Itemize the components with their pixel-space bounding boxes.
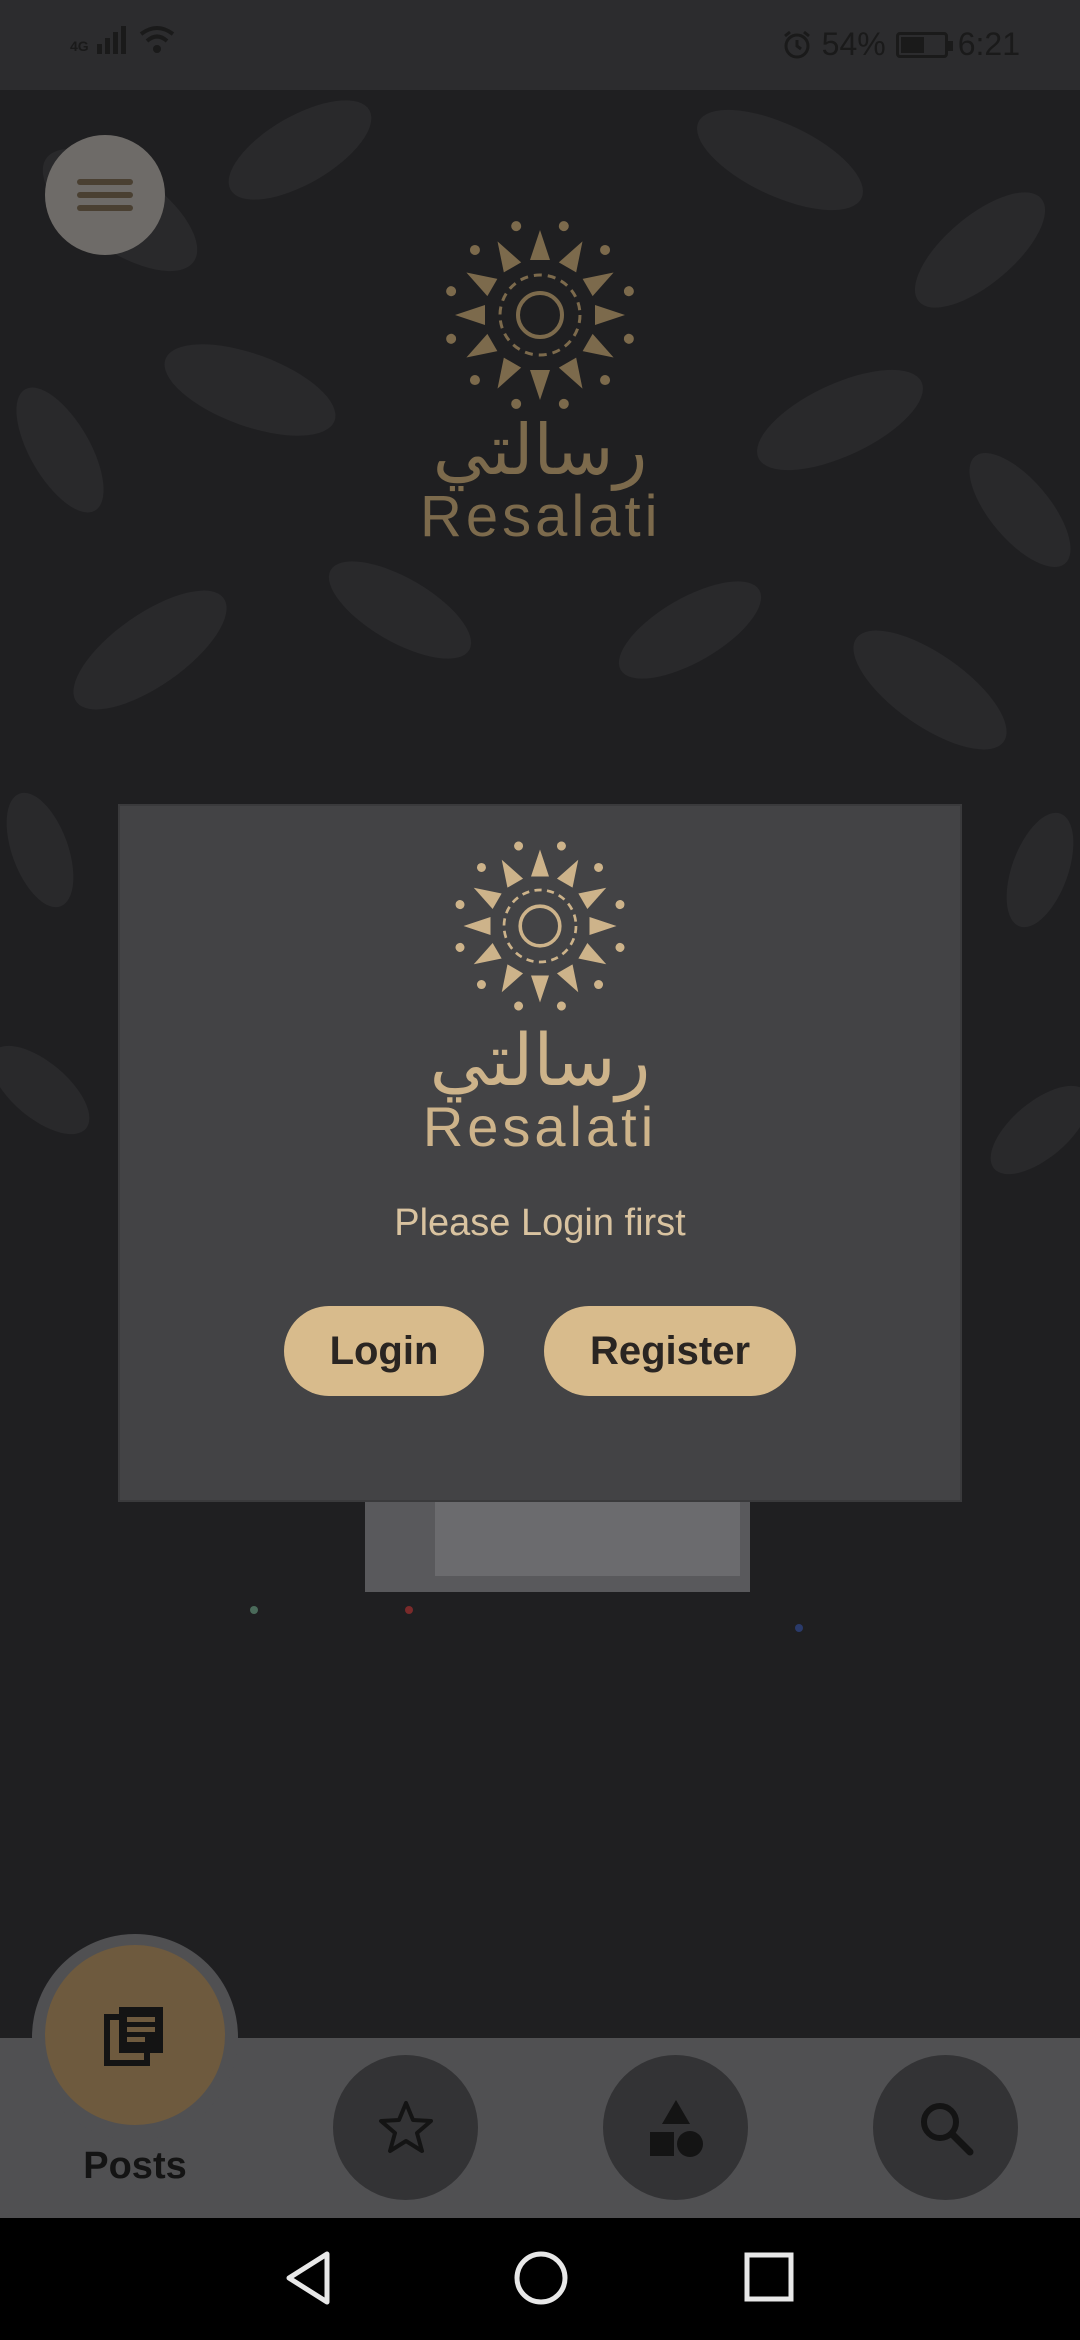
clock: 6:21 (957, 26, 1020, 62)
placeholder-illustration-front (435, 1500, 740, 1576)
tab-posts[interactable] (45, 1945, 225, 2125)
battery-percent: 54% (821, 26, 886, 62)
back-icon[interactable] (283, 2248, 333, 2308)
register-button[interactable]: Register (544, 1306, 796, 1396)
tab-categories[interactable] (603, 2055, 748, 2200)
login-dialog: رسالتي Resalati Please Login first Login… (120, 806, 960, 1500)
brand-english: Resalati (420, 484, 662, 549)
wifi-icon (139, 26, 174, 53)
dialog-brand-arabic: رسالتي (429, 1018, 651, 1102)
app-logo: رسالتي Resalati (420, 215, 660, 549)
menu-button[interactable] (45, 135, 165, 255)
status-right: 54% 6:21 (782, 26, 1020, 63)
network-type: 4G (70, 38, 89, 54)
brand-arabic: رسالتي (432, 409, 648, 491)
signal-indicators: 4G (70, 24, 175, 54)
battery-level (900, 36, 924, 53)
hamburger-icon (77, 172, 133, 218)
decor-dot (795, 1624, 803, 1632)
search-icon (920, 2102, 973, 2155)
mandala-logo-icon (446, 221, 634, 409)
posts-icon (104, 2007, 163, 2066)
home-icon[interactable] (511, 2248, 571, 2308)
login-button[interactable]: Login (284, 1306, 484, 1396)
star-icon (378, 2100, 433, 2153)
login-prompt-message: Please Login first (394, 1202, 686, 1244)
tab-favorites[interactable] (333, 2055, 478, 2200)
mandala-logo-icon (455, 841, 625, 1011)
alarm-icon (783, 30, 810, 58)
status-bar: 4G 54% 6:21 (0, 0, 1080, 90)
recents-icon[interactable] (742, 2248, 796, 2308)
decor-dot (250, 1606, 258, 1614)
categories-icon (649, 2099, 703, 2157)
battery-icon (895, 31, 953, 58)
system-nav-bar (0, 2218, 1080, 2340)
tab-posts-label: Posts (83, 2145, 187, 2187)
dialog-brand-english: Resalati (422, 1095, 658, 1158)
signal-icon (96, 26, 126, 54)
tab-search[interactable] (873, 2055, 1018, 2200)
decor-dot (405, 1606, 413, 1614)
